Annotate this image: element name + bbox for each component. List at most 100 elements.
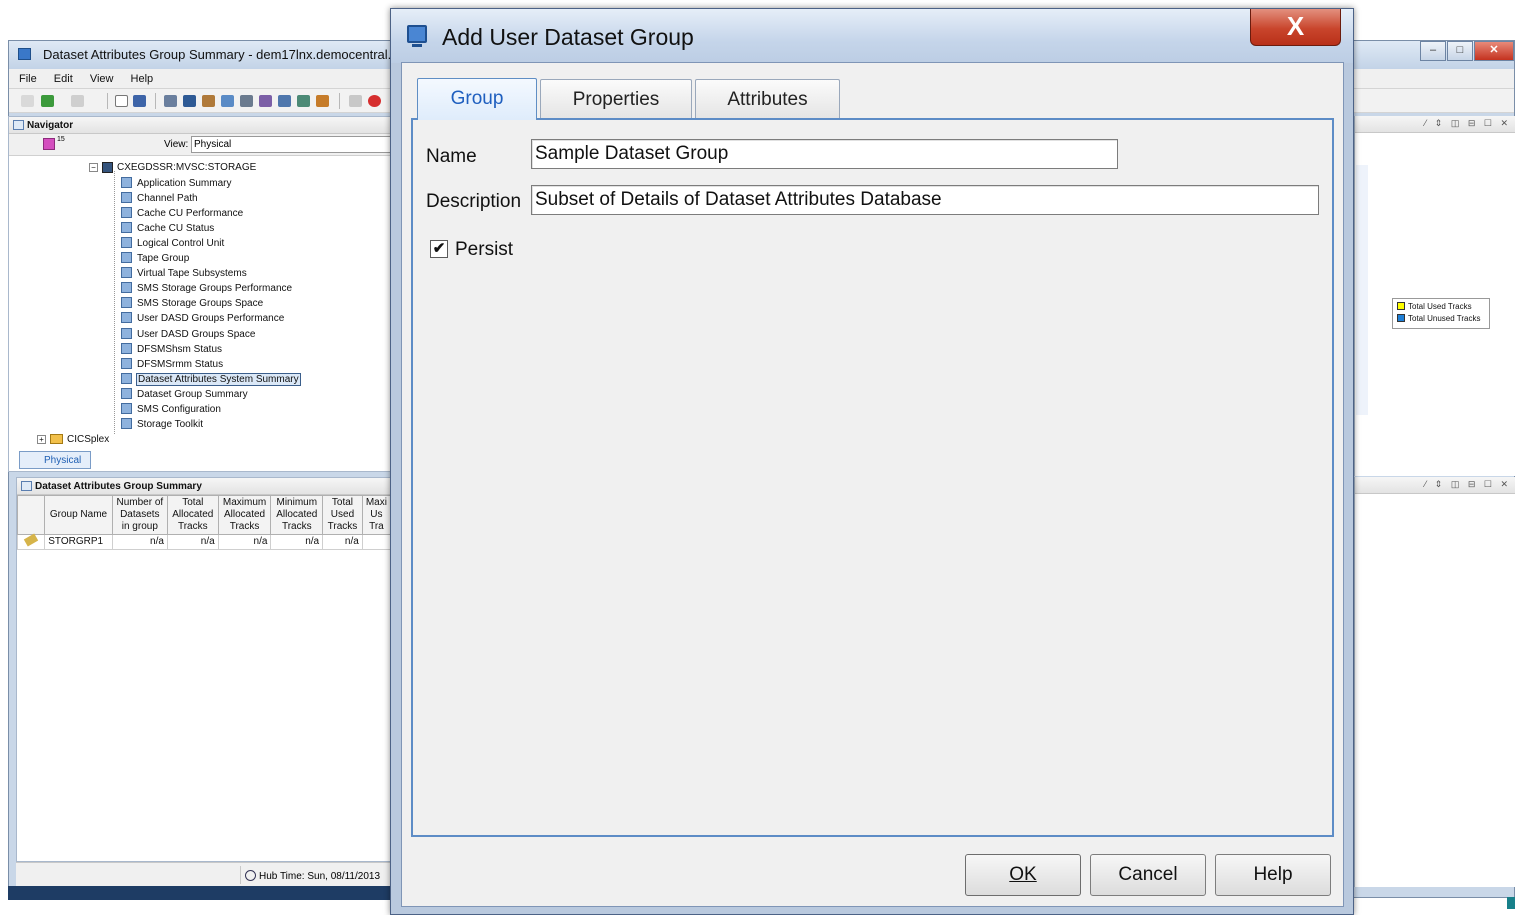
tree-item[interactable]: Logical Control Unit xyxy=(121,237,225,252)
lower-pane-controls[interactable]: ⁄ ⇕ ◫ ⊟ ☐ ✕ xyxy=(1355,477,1515,494)
chart-icon[interactable] xyxy=(221,95,234,107)
name-field[interactable]: Sample Dataset Group xyxy=(531,139,1118,169)
report-icon[interactable] xyxy=(240,95,253,107)
expand-icon[interactable]: + xyxy=(37,434,46,444)
background-window-title: Dataset Attributes Group Summary - dem17… xyxy=(43,47,413,62)
tree-node-icon xyxy=(121,177,132,188)
tree-item-label: SMS Storage Groups Performance xyxy=(137,283,293,295)
dialog-body: Group Properties Attributes Name Sample … xyxy=(401,62,1344,907)
checkbox-check-icon: ✔ xyxy=(432,240,446,257)
column-header[interactable]: Group Name xyxy=(44,495,113,535)
menu-edit[interactable]: Edit xyxy=(44,69,77,85)
tree-item[interactable]: Channel Path xyxy=(121,192,199,207)
navigator-title: Navigator xyxy=(27,120,74,131)
tree-item-label: Dataset Group Summary xyxy=(137,388,248,400)
persist-checkbox[interactable]: ✔ xyxy=(430,240,448,258)
navigator-tab-physical[interactable]: Physical xyxy=(19,451,91,469)
back-icon[interactable] xyxy=(41,95,54,107)
legend-item-unused: Total Unused Tracks xyxy=(1397,314,1485,326)
navigator-icon xyxy=(13,120,24,130)
navigator-pane: Navigator 15 View: Physical − CXEGDSSR:MV… xyxy=(8,116,401,472)
table-row[interactable]: STORGRP1 n/a n/a n/a n/a n/a xyxy=(16,533,392,550)
stop-icon[interactable] xyxy=(368,95,381,107)
dialog-title-bar[interactable]: Add User Dataset Group X xyxy=(391,9,1353,63)
os-taskbar xyxy=(8,886,392,900)
tree-item[interactable]: SMS Configuration xyxy=(121,402,222,418)
tree-item[interactable]: DFSMSrmm Status xyxy=(121,357,224,373)
menu-view[interactable]: View xyxy=(80,69,118,85)
tree-item[interactable]: Dataset Group Summary xyxy=(121,387,249,403)
tree-node-icon xyxy=(121,387,132,399)
chart-pane: ⁄ ⇕ ◫ ⊟ ☐ ✕ xyxy=(1354,116,1515,476)
situation-icon[interactable] xyxy=(278,95,291,107)
tree-item[interactable]: Cache CU Performance xyxy=(121,207,244,222)
menu-file[interactable]: File xyxy=(9,69,41,85)
column-header[interactable]: Total Used Tracks xyxy=(322,495,363,535)
tree-item[interactable]: Tape Group xyxy=(121,252,190,267)
tree-node-icon xyxy=(121,192,132,204)
column-header[interactable]: Total Allocated Tracks xyxy=(166,495,219,535)
edit-pencil-icon[interactable] xyxy=(23,533,39,547)
menu-help[interactable]: Help xyxy=(121,69,158,85)
tree-item[interactable]: User DASD Groups Performance xyxy=(121,312,285,327)
cancel-button[interactable]: Cancel xyxy=(1090,854,1206,896)
new-icon[interactable] xyxy=(115,95,128,107)
tree-node-icon xyxy=(121,282,132,294)
tree-item[interactable]: Dataset Attributes System Summary xyxy=(121,372,301,388)
save-icon[interactable] xyxy=(133,95,146,107)
tree-node-icon xyxy=(121,402,132,414)
tree-root-label: CXEGDSSR:MVSC:STORAGE xyxy=(117,162,257,174)
user-icon[interactable] xyxy=(259,95,272,107)
description-field[interactable]: Subset of Details of Dataset Attributes … xyxy=(531,185,1319,215)
column-header[interactable]: Minimum Allocated Tracks xyxy=(270,495,324,535)
edit-icon[interactable] xyxy=(183,95,196,107)
legend-label: Total Unused Tracks xyxy=(1408,314,1481,323)
close-window-button[interactable]: ✕ xyxy=(1474,41,1514,61)
tab-properties[interactable]: Properties xyxy=(540,79,692,119)
tree-item-label: Cache CU Status xyxy=(137,223,215,235)
tree-item-label: SMS Configuration xyxy=(137,403,221,415)
launch-icon[interactable] xyxy=(316,95,329,107)
collapse-icon[interactable]: − xyxy=(89,163,98,172)
table-view-icon[interactable] xyxy=(164,95,177,107)
tree-item[interactable]: SMS Storage Groups Performance xyxy=(121,282,293,297)
tree-item[interactable]: Storage Toolkit xyxy=(121,417,204,433)
chart-pane-controls[interactable]: ⁄ ⇕ ◫ ⊟ ☐ ✕ xyxy=(1355,116,1515,133)
tree-node-cicsplex[interactable]: + CICSplex xyxy=(37,434,109,445)
dialog-monitor-icon xyxy=(407,25,427,47)
ok-button[interactable]: OK xyxy=(965,854,1081,896)
pause-icon[interactable] xyxy=(349,95,362,107)
column-header[interactable]: Maxi Us Tra xyxy=(361,495,392,535)
view-label: View: xyxy=(164,139,189,150)
forward-icon[interactable] xyxy=(71,95,84,107)
minimize-button[interactable]: – xyxy=(1420,41,1446,61)
legend-label: Total Used Tracks xyxy=(1408,302,1472,311)
event-badge-icon[interactable] xyxy=(43,138,55,150)
tree-item[interactable]: User DASD Groups Space xyxy=(121,327,256,343)
maximize-button[interactable]: □ xyxy=(1447,41,1473,61)
tree-item[interactable]: Cache CU Status xyxy=(121,222,215,237)
tree-item[interactable]: Application Summary xyxy=(121,177,232,192)
view-select[interactable]: Physical xyxy=(191,136,401,153)
table-cell: n/a xyxy=(270,534,324,550)
summary-header: Dataset Attributes Group Summary xyxy=(17,478,391,495)
tree-item-label: User DASD Groups Performance xyxy=(137,313,285,325)
tab-attributes[interactable]: Attributes xyxy=(695,79,840,119)
tree-item-label: DFSMSrmm Status xyxy=(137,358,224,370)
column-header[interactable]: Maximum Allocated Tracks xyxy=(217,495,272,535)
event-badge-count: 15 xyxy=(57,136,65,143)
dialog-title: Add User Dataset Group xyxy=(442,24,694,50)
close-icon[interactable]: X xyxy=(1250,9,1341,46)
tree-item[interactable]: SMS Storage Groups Space xyxy=(121,297,264,312)
tab-group[interactable]: Group xyxy=(417,78,537,120)
tree-item[interactable]: DFSMShsm Status xyxy=(121,342,223,358)
column-header[interactable]: Number of Datasets in group xyxy=(111,495,168,535)
hub-time: Hub Time: Sun, 08/11/2013 xyxy=(240,866,380,884)
tree-item-label: Cache CU Performance xyxy=(137,208,244,220)
query-icon[interactable] xyxy=(297,95,310,107)
tree-item[interactable]: Virtual Tape Subsystems xyxy=(121,267,248,282)
tree-node-icon xyxy=(121,372,132,384)
properties-icon[interactable] xyxy=(202,95,215,107)
help-button[interactable]: Help xyxy=(1215,854,1331,896)
home-icon[interactable] xyxy=(21,95,34,107)
